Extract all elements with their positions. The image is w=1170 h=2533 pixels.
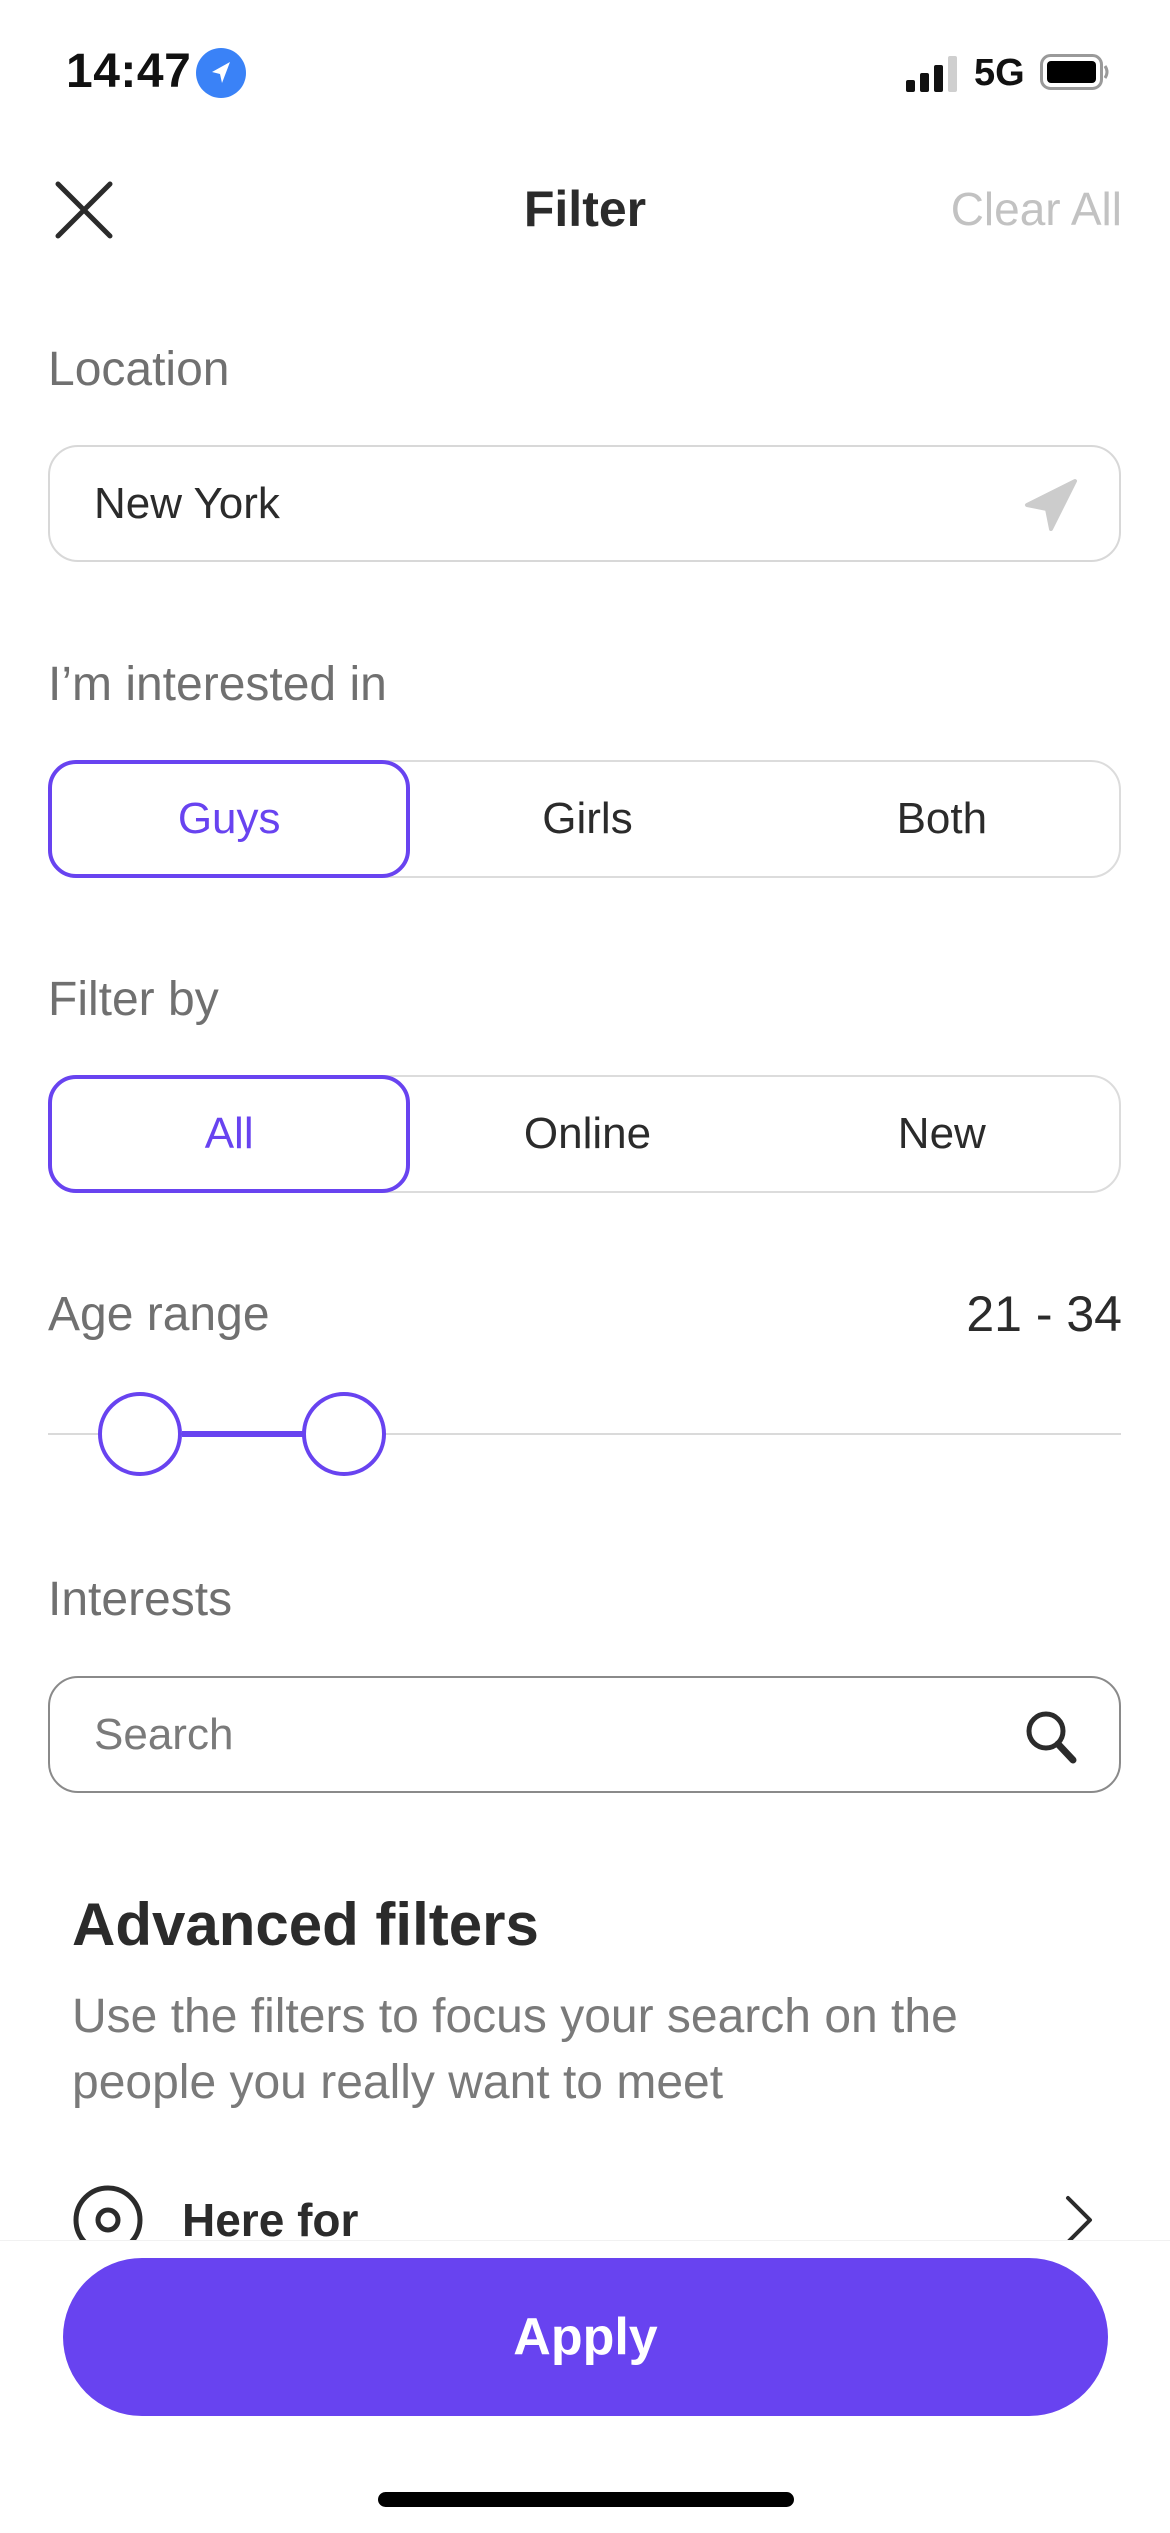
location-value: New York <box>94 479 280 528</box>
search-icon[interactable] <box>1023 1708 1079 1764</box>
option-all[interactable]: All <box>48 1075 411 1193</box>
battery-icon <box>1040 54 1109 90</box>
option-girls[interactable]: Girls <box>410 762 764 876</box>
location-label: Location <box>48 343 230 396</box>
interested-in-label: I’m interested in <box>48 658 387 711</box>
status-time: 14:47 <box>66 45 192 98</box>
age-range-value: 21 - 34 <box>966 1286 1122 1342</box>
apply-button[interactable]: Apply <box>63 2258 1108 2416</box>
filter-by-label: Filter by <box>48 973 219 1026</box>
interests-search-placeholder: Search <box>94 1710 234 1759</box>
option-both[interactable]: Both <box>765 762 1119 876</box>
option-online[interactable]: Online <box>410 1077 764 1191</box>
location-arrow-icon[interactable] <box>1023 477 1079 533</box>
location-field[interactable]: New York <box>48 445 1121 562</box>
option-guys[interactable]: Guys <box>48 760 411 878</box>
age-range-label: Age range <box>48 1288 270 1341</box>
age-max-handle[interactable] <box>302 1392 386 1476</box>
interested-in-segmented-control: Guys Girls Both <box>48 760 1121 878</box>
advanced-filters-title: Advanced filters <box>72 1891 539 1958</box>
interests-search-input[interactable]: Search <box>48 1676 1121 1793</box>
cellular-signal-icon <box>906 56 957 92</box>
chevron-right-icon <box>1066 2196 1092 2244</box>
filter-by-segmented-control: All Online New <box>48 1075 1121 1193</box>
age-min-handle[interactable] <box>98 1392 182 1476</box>
age-slider-range-fill <box>182 1431 304 1437</box>
option-new[interactable]: New <box>765 1077 1119 1191</box>
home-indicator[interactable] <box>378 2492 794 2507</box>
interests-label: Interests <box>48 1573 233 1626</box>
here-for-label: Here for <box>182 2194 359 2246</box>
clear-all-button[interactable]: Clear All <box>951 182 1122 236</box>
location-services-icon <box>196 48 246 98</box>
network-type: 5G <box>974 52 1025 94</box>
advanced-filters-description: Use the filters to focus your search on … <box>72 1990 958 2109</box>
